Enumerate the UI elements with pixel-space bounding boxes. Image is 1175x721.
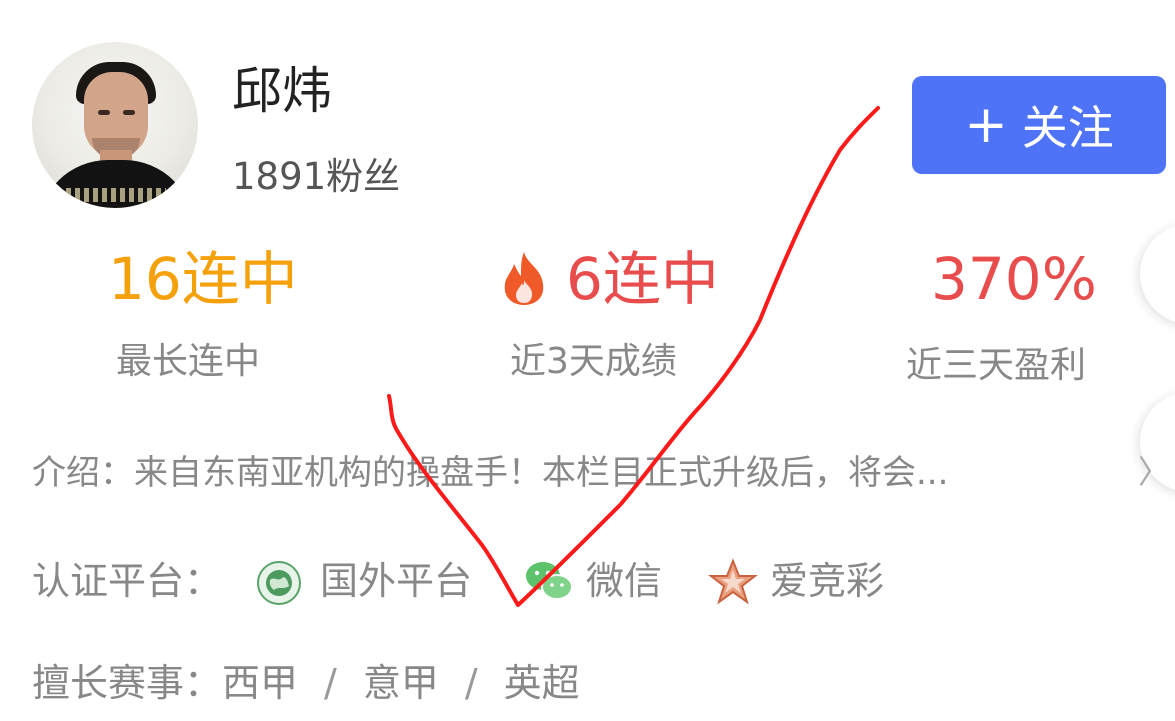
- flame-icon: [504, 252, 544, 305]
- platform-aijingcai: 爱竞彩: [770, 559, 885, 603]
- follow-label: 关注: [1021, 101, 1114, 155]
- profit-label: 近三天盈利: [906, 345, 1087, 386]
- league-separator: /: [324, 661, 337, 705]
- league-separator: /: [464, 661, 478, 705]
- cert-label: 认证平台：: [32, 559, 223, 603]
- chevron-right-icon[interactable]: 〉: [1138, 456, 1170, 488]
- league-item: 意甲: [362, 661, 439, 705]
- longest-streak-value: 16连中: [108, 245, 298, 313]
- platform-foreign: 国外平台: [320, 559, 473, 603]
- recent-streak-label: 近3天成绩: [510, 341, 677, 382]
- globe-badge-icon: [257, 561, 301, 605]
- fans-count: 1891粉丝: [232, 155, 401, 198]
- profile-name: 邱炜: [232, 62, 332, 120]
- league-item: 英超: [503, 661, 580, 705]
- league-item: 西甲: [222, 661, 299, 705]
- longest-streak-label: 最长连中: [116, 341, 261, 382]
- intro-text[interactable]: 介绍：来自东南亚机构的操盘手！本栏目正式升级后，将会...: [32, 456, 948, 490]
- wechat-icon: [526, 562, 573, 600]
- platform-wechat: 微信: [586, 559, 663, 603]
- follow-button[interactable]: + 关注: [912, 76, 1166, 174]
- recent-streak-value: 6连中: [566, 245, 719, 313]
- leagues-row: 擅长赛事：西甲 / 意甲 / 英超: [32, 664, 580, 702]
- plus-icon: +: [964, 95, 1008, 155]
- profit-value: 370%: [931, 245, 1097, 313]
- leagues-label: 擅长赛事：: [32, 661, 223, 705]
- side-float-button-1[interactable]: [1140, 224, 1175, 324]
- star-badge-icon: [708, 558, 758, 605]
- avatar[interactable]: [32, 42, 198, 208]
